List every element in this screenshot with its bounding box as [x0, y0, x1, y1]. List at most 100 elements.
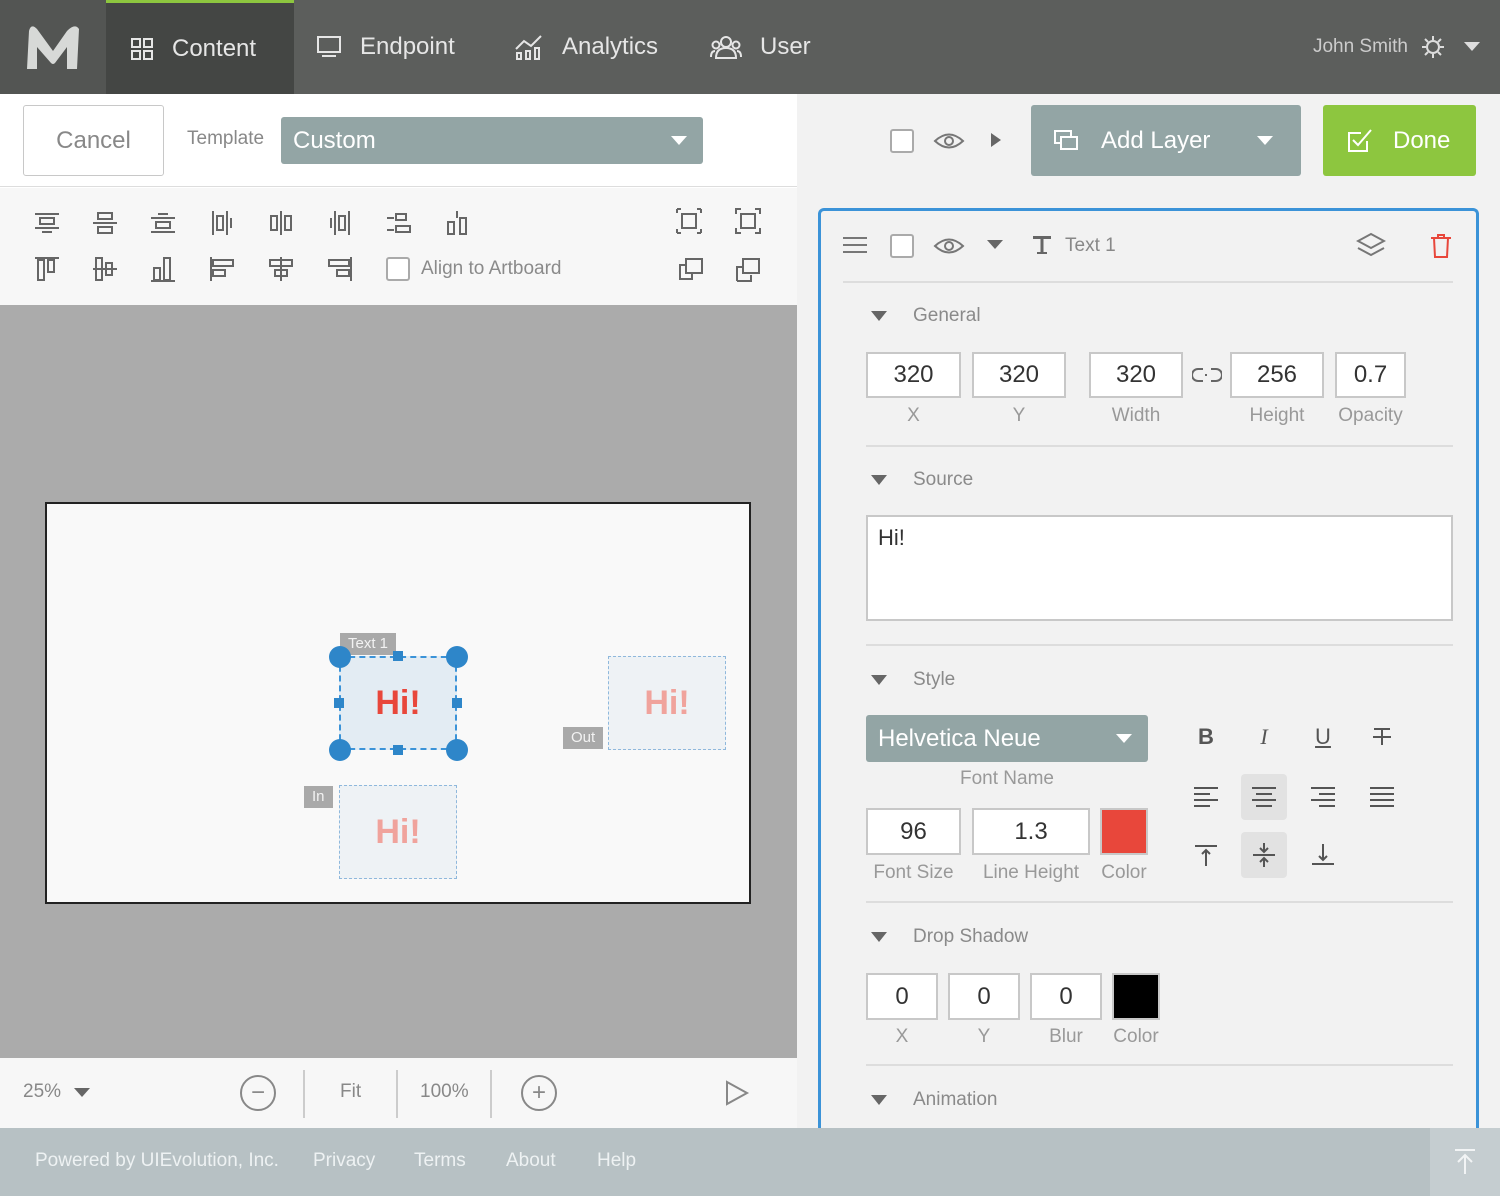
- underline-button[interactable]: U: [1300, 714, 1346, 760]
- align-right-icon[interactable]: [325, 254, 355, 284]
- zoom-in-button[interactable]: +: [521, 1075, 557, 1111]
- chevron-down-icon: [1257, 136, 1273, 145]
- shadow-x-field[interactable]: 0: [866, 973, 938, 1020]
- nav-analytics-label: Analytics: [562, 33, 659, 60]
- nav-endpoint[interactable]: Endpoint: [316, 0, 455, 94]
- resize-handle-top[interactable]: [393, 651, 403, 661]
- space-horizontal-icon[interactable]: [442, 208, 472, 238]
- space-vertical-icon[interactable]: [384, 208, 414, 238]
- height-field[interactable]: 256: [1230, 352, 1324, 398]
- bring-forward-icon[interactable]: [674, 206, 704, 236]
- layer-name: Text 1: [1065, 235, 1116, 256]
- italic-button[interactable]: I: [1241, 714, 1287, 760]
- source-textarea[interactable]: Hi!: [866, 515, 1453, 621]
- align-hcenter-icon[interactable]: [266, 254, 296, 284]
- divider: [866, 445, 1453, 447]
- valign-bottom-button[interactable]: [1300, 832, 1346, 878]
- trash-icon[interactable]: [1430, 233, 1452, 259]
- done-button[interactable]: Done: [1323, 105, 1476, 176]
- bold-button[interactable]: B: [1183, 714, 1229, 760]
- strikethrough-button[interactable]: [1359, 714, 1405, 760]
- x-field[interactable]: 320: [866, 352, 961, 398]
- nav-user[interactable]: User: [710, 0, 811, 94]
- collapse-source-icon[interactable]: [871, 475, 887, 485]
- play-preview-icon[interactable]: [724, 1080, 750, 1106]
- fit-button[interactable]: Fit: [340, 1081, 361, 1103]
- nav-content[interactable]: Content: [106, 0, 294, 94]
- rotate-handle-top-right[interactable]: [446, 646, 468, 668]
- chevron-down-icon[interactable]: [1464, 42, 1480, 52]
- footer-link-terms[interactable]: Terms: [414, 1150, 466, 1172]
- gear-icon[interactable]: [1420, 34, 1446, 60]
- resize-handle-left[interactable]: [334, 698, 344, 708]
- check-square-icon: [1348, 128, 1372, 152]
- shadow-y-field[interactable]: 0: [948, 973, 1020, 1020]
- distribute-top-icon[interactable]: [32, 208, 62, 238]
- valign-top-button[interactable]: [1183, 832, 1229, 878]
- line-height-field[interactable]: 1.3: [972, 808, 1090, 855]
- resize-handle-right[interactable]: [452, 698, 462, 708]
- template-select[interactable]: Custom: [281, 117, 703, 164]
- distribute-left-icon[interactable]: [207, 208, 237, 238]
- resize-handle-bottom[interactable]: [393, 745, 403, 755]
- user-menu[interactable]: John Smith: [1313, 0, 1480, 94]
- align-vcenter-icon[interactable]: [90, 254, 120, 284]
- rotate-handle-top-left[interactable]: [329, 646, 351, 668]
- scroll-to-top-button[interactable]: [1430, 1128, 1500, 1196]
- eye-icon[interactable]: [933, 235, 965, 257]
- eye-icon[interactable]: [933, 130, 965, 152]
- shadow-color-swatch[interactable]: [1112, 973, 1160, 1020]
- footer-link-about[interactable]: About: [506, 1150, 556, 1172]
- collapse-style-icon[interactable]: [871, 675, 887, 685]
- align-text-right-button[interactable]: [1300, 774, 1346, 820]
- zoom-select[interactable]: 25%: [23, 1081, 61, 1103]
- chevron-down-icon[interactable]: [74, 1088, 90, 1098]
- collapse-general-icon[interactable]: [871, 311, 887, 321]
- align-top-icon[interactable]: [32, 254, 62, 284]
- divider: [866, 901, 1453, 903]
- valign-middle-button[interactable]: [1241, 832, 1287, 878]
- distribute-hcenter-icon[interactable]: [266, 208, 296, 238]
- zoom-out-button[interactable]: −: [240, 1075, 276, 1111]
- unlink-icon[interactable]: [1192, 365, 1222, 385]
- text-type-icon: [1033, 236, 1051, 254]
- footer-link-help[interactable]: Help: [597, 1150, 636, 1172]
- play-icon[interactable]: [990, 132, 1002, 148]
- align-text-justify-button[interactable]: [1359, 774, 1405, 820]
- align-bottom-icon[interactable]: [148, 254, 178, 284]
- collapse-animation-icon[interactable]: [871, 1095, 887, 1105]
- text-color-swatch[interactable]: [1100, 808, 1148, 855]
- nav-analytics[interactable]: Analytics: [514, 0, 658, 94]
- distribute-vcenter-icon[interactable]: [90, 208, 120, 238]
- width-field[interactable]: 320: [1089, 352, 1183, 398]
- align-text-center-button[interactable]: [1241, 774, 1287, 820]
- drag-handle-icon[interactable]: [843, 236, 867, 254]
- text-align-justify-icon: [1370, 787, 1394, 807]
- opacity-field[interactable]: 0.7: [1335, 352, 1406, 398]
- distribute-right-icon[interactable]: [325, 208, 355, 238]
- y-field[interactable]: 320: [972, 352, 1066, 398]
- cancel-button[interactable]: Cancel: [23, 105, 164, 176]
- align-to-artboard-checkbox[interactable]: [386, 257, 410, 281]
- font-size-field[interactable]: 96: [866, 808, 961, 855]
- shadow-blur-field[interactable]: 0: [1030, 973, 1102, 1020]
- distribute-bottom-icon[interactable]: [148, 208, 178, 238]
- select-all-checkbox[interactable]: [890, 129, 914, 153]
- bring-to-front-icon[interactable]: [676, 255, 706, 285]
- layer-select-checkbox[interactable]: [890, 234, 914, 258]
- add-layer-button[interactable]: Add Layer: [1031, 105, 1301, 176]
- chevron-down-icon[interactable]: [987, 240, 1003, 250]
- app-logo[interactable]: [0, 0, 106, 94]
- font-name-label: Font Name: [960, 768, 1054, 789]
- zoom-100-button[interactable]: 100%: [420, 1081, 469, 1103]
- rotate-handle-bottom-left[interactable]: [329, 739, 351, 761]
- layer-order-icon[interactable]: [1356, 232, 1386, 260]
- rotate-handle-bottom-right[interactable]: [446, 739, 468, 761]
- font-name-select[interactable]: Helvetica Neue: [866, 715, 1148, 762]
- collapse-drop-shadow-icon[interactable]: [871, 932, 887, 942]
- footer-link-privacy[interactable]: Privacy: [313, 1150, 375, 1172]
- send-backward-icon[interactable]: [733, 206, 763, 236]
- send-to-back-icon[interactable]: [733, 255, 763, 285]
- align-left-icon[interactable]: [207, 254, 237, 284]
- align-text-left-button[interactable]: [1183, 774, 1229, 820]
